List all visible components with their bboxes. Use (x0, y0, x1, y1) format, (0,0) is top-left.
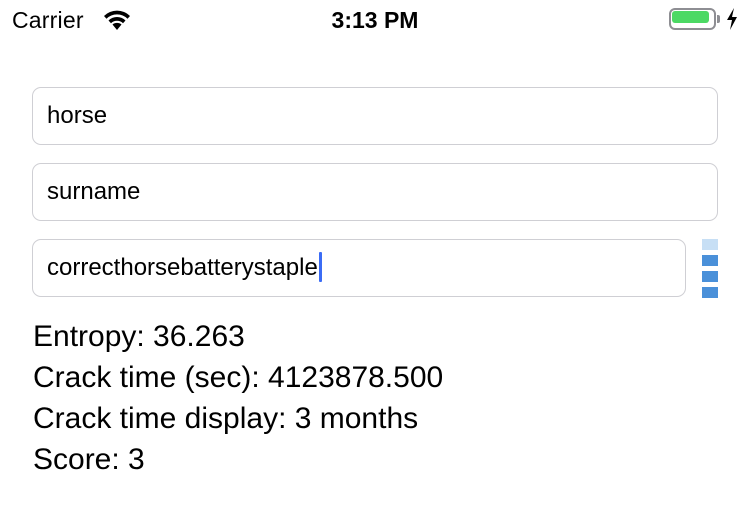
password-input-text: correcthorsebatterystaple (47, 240, 322, 295)
surname-input-value: surname (47, 178, 141, 205)
crack-time-seconds-label: Crack time (sec): 4123878.500 (33, 361, 444, 394)
app-screen: Carrier 3:13 PM horse surname correcthor… (0, 0, 750, 506)
password-input-value: correcthorsebatterystaple (47, 254, 318, 281)
strength-segment-3 (702, 255, 718, 266)
strength-segment-1 (702, 287, 718, 298)
strength-meter (702, 239, 718, 299)
charging-bolt-icon (727, 8, 737, 30)
battery-icon (669, 8, 721, 30)
strength-segment-4 (702, 239, 718, 250)
crack-time-display-label: Crack time display: 3 months (33, 402, 419, 435)
user-input-field[interactable]: horse (32, 87, 718, 145)
clock-time: 3:13 PM (331, 7, 419, 33)
password-input-field[interactable]: correcthorsebatterystaple (32, 239, 686, 297)
strength-segment-2 (702, 271, 718, 282)
results-panel: Entropy: 36.263 Crack time (sec): 412387… (33, 316, 443, 480)
text-cursor (318, 251, 322, 282)
surname-input-field[interactable]: surname (32, 163, 718, 221)
entropy-label: Entropy: 36.263 (33, 320, 245, 353)
status-bar: Carrier 3:13 PM (0, 0, 750, 40)
score-label: Score: 3 (33, 443, 145, 476)
battery-level (672, 11, 709, 23)
user-input-value: horse (47, 102, 108, 129)
